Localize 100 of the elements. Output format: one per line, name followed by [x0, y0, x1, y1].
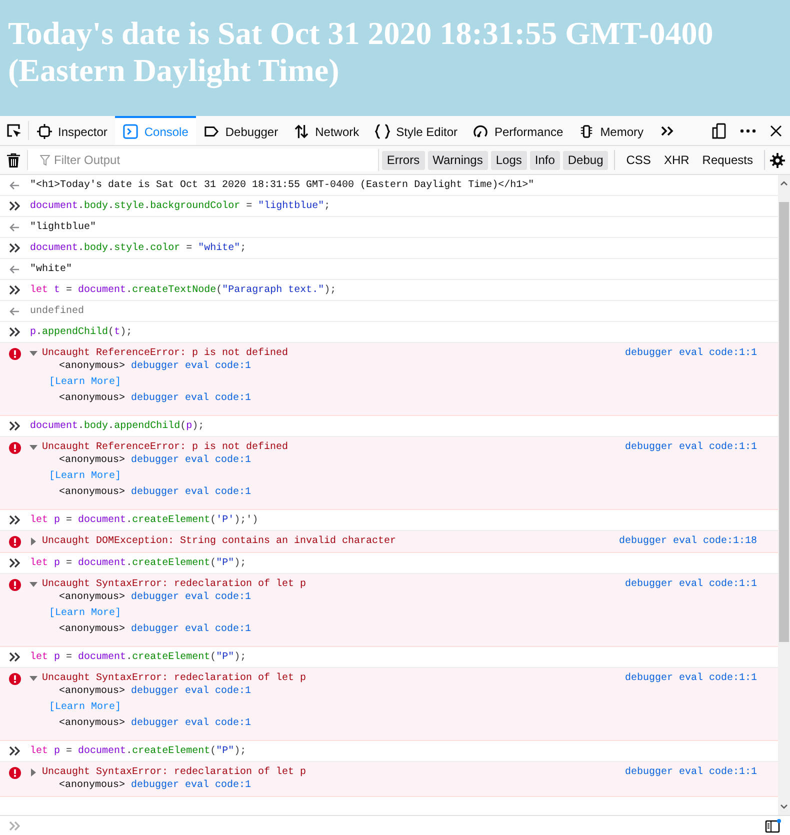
filter-input[interactable]: Filter Output	[54, 151, 378, 169]
tag-icon	[204, 124, 220, 139]
arrows-icon	[294, 124, 310, 139]
code-line: document.body.style.color = "white";	[30, 242, 246, 254]
disclosure-caret-icon[interactable]	[29, 580, 38, 589]
return-arrow-icon	[9, 180, 19, 190]
console-icon	[123, 124, 138, 139]
code-line: let t = document.createTextNode("Paragraph text.");	[30, 284, 336, 296]
split-icon[interactable]	[765, 818, 781, 832]
source-link[interactable]: debugger eval code:1:1	[624, 766, 757, 779]
filter-icon	[40, 154, 50, 166]
input-chevrons-icon	[9, 201, 21, 211]
error-icon	[9, 536, 21, 548]
input-chevrons-icon	[9, 652, 21, 662]
chip-icon	[579, 124, 594, 139]
input-chevrons-icon	[9, 327, 21, 337]
learn-more-link[interactable]: [Learn More]	[49, 701, 122, 714]
disclosure-caret-icon[interactable]	[29, 443, 38, 452]
input-chevrons-icon	[9, 558, 21, 568]
source-link[interactable]: debugger eval code:1:1	[624, 672, 757, 685]
chevrons-icon[interactable]	[660, 124, 674, 136]
trash-icon[interactable]	[7, 152, 20, 168]
learn-more-link[interactable]: [Learn More]	[49, 470, 122, 483]
code-line: p.appendChild(t);	[30, 326, 132, 338]
filter-toggle[interactable]: Errors	[382, 150, 425, 170]
filter-toggle[interactable]: CSS	[621, 150, 656, 170]
stack-location[interactable]: debugger eval code:1	[131, 360, 252, 373]
input-chevrons-icon	[9, 515, 21, 525]
input-chevrons-icon	[9, 285, 21, 295]
disclosure-caret-icon[interactable]	[29, 674, 38, 683]
result-value: "<h1>Today's date is Sat Oct 31 2020 18:31:55 GMT-0400 (Eastern Daylight Time)</h1>"	[30, 178, 534, 192]
filter-toggle[interactable]: XHR	[658, 150, 694, 170]
source-link[interactable]: debugger eval code:1:18	[618, 535, 757, 548]
filter-toggle[interactable]: Logs	[490, 150, 527, 170]
result-value: "lightblue"	[30, 220, 96, 234]
tab[interactable]: Style Editor	[367, 116, 466, 145]
filter-toggle[interactable]: Requests	[697, 150, 758, 170]
close-icon[interactable]	[770, 124, 782, 136]
filter-toggle[interactable]: Info	[530, 150, 560, 170]
page-heading: Today's date is Sat Oct 31 2020 18:31:55 GMT-0400 (Eastern Daylight Time)	[8, 15, 714, 89]
return-arrow-icon	[9, 222, 19, 232]
disclosure-caret-icon[interactable]	[29, 537, 38, 546]
gauge-icon	[473, 124, 488, 139]
filter-toggle[interactable]: Warnings	[428, 150, 488, 170]
cursor-icon[interactable]	[6, 122, 22, 138]
stack-function: <anonymous>	[59, 623, 126, 636]
code-line: document.body.appendChild(p);	[30, 420, 204, 432]
disclosure-caret-icon[interactable]	[29, 349, 38, 358]
stack-location[interactable]: debugger eval code:1	[131, 623, 252, 636]
source-link[interactable]: debugger eval code:1:1	[624, 347, 757, 360]
error-message: Uncaught ReferenceError: p is not defined	[42, 347, 288, 360]
more-icon[interactable]	[740, 128, 756, 132]
stack-location[interactable]: debugger eval code:1	[131, 779, 252, 792]
tab[interactable]: Console	[115, 116, 196, 145]
tab[interactable]: Network	[286, 116, 368, 145]
error-icon	[9, 442, 21, 454]
filter-toggle[interactable]: Debug	[562, 150, 608, 170]
tab[interactable]: Inspector	[29, 116, 116, 145]
braces-icon	[375, 124, 390, 139]
result-value: undefined	[30, 304, 84, 318]
input-chevrons-icon	[9, 421, 21, 431]
error-message: Uncaught DOMException: String contains an invalid character	[42, 535, 396, 548]
code-line: let p = document.createElement('P');')	[30, 514, 258, 526]
frame-icon	[37, 124, 52, 139]
tab[interactable]: Performance	[465, 116, 572, 145]
stack-function: <anonymous>	[59, 486, 126, 499]
stack-function: <anonymous>	[59, 454, 126, 467]
return-arrow-icon	[9, 264, 19, 274]
learn-more-link[interactable]: [Learn More]	[49, 607, 122, 620]
stack-function: <anonymous>	[59, 685, 126, 698]
settings-icon[interactable]	[770, 152, 785, 168]
stack-location[interactable]: debugger eval code:1	[131, 486, 252, 499]
stack-location[interactable]: debugger eval code:1	[131, 685, 252, 698]
stack-function: <anonymous>	[59, 360, 126, 373]
error-icon	[9, 348, 21, 360]
return-arrow-icon	[9, 306, 19, 316]
filter-field[interactable]: Filter Output	[28, 149, 378, 171]
stack-location[interactable]: debugger eval code:1	[131, 591, 252, 604]
code-line: document.body.style.backgroundColor = "lightblue";	[30, 200, 330, 212]
stack-location[interactable]: debugger eval code:1	[131, 454, 252, 467]
code-line: let p = document.createElement("P");	[30, 556, 246, 570]
stack-location[interactable]: debugger eval code:1	[131, 392, 252, 405]
error-icon	[9, 766, 21, 778]
stack-function: <anonymous>	[59, 591, 126, 604]
disclosure-caret-icon[interactable]	[29, 768, 38, 777]
source-link[interactable]: debugger eval code:1:1	[624, 578, 757, 591]
error-message: Uncaught SyntaxError: redeclaration of let p	[42, 766, 306, 779]
result-value: "white"	[30, 262, 72, 276]
learn-more-link[interactable]: [Learn More]	[49, 376, 122, 389]
source-link[interactable]: debugger eval code:1:1	[624, 441, 757, 454]
scrollbar[interactable]	[778, 175, 790, 815]
stack-function: <anonymous>	[59, 779, 126, 792]
tab[interactable]: Debugger	[196, 116, 286, 145]
code-line: let p = document.createElement("P");	[30, 744, 246, 758]
device-icon[interactable]	[712, 122, 726, 138]
error-message: Uncaught ReferenceError: p is not defined	[42, 441, 288, 454]
error-icon	[9, 578, 21, 590]
input-chevrons-icon	[9, 243, 21, 253]
stack-location[interactable]: debugger eval code:1	[131, 717, 252, 730]
tab[interactable]: Memory	[571, 116, 652, 145]
